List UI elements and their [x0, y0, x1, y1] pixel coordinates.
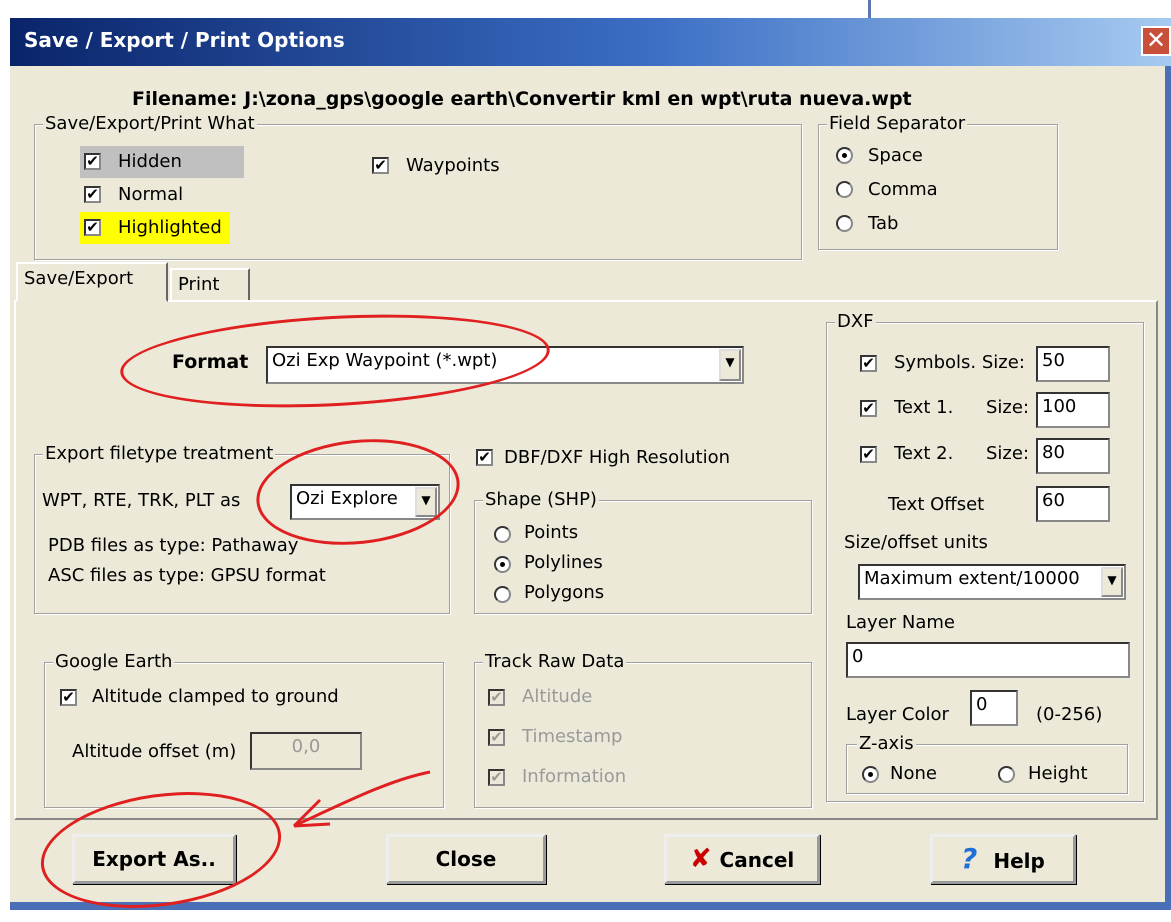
tab-print-label: Print	[178, 274, 220, 295]
cancel-label: Cancel	[719, 848, 795, 872]
zaxis-none-label: None	[890, 763, 937, 784]
layer-color-range: (0-256)	[1036, 704, 1103, 725]
tab-label: Tab	[868, 213, 899, 234]
normal-label: Normal	[118, 184, 184, 205]
annotation-arrow	[292, 770, 431, 828]
units-dropdown[interactable]: Maximum extent/10000 ▼	[858, 564, 1126, 600]
text2-label: Text 2.	[894, 443, 954, 464]
layer-name-field[interactable]: 0	[846, 642, 1130, 678]
window-frame-bottom	[10, 902, 1171, 910]
text1-label: Text 1.	[894, 397, 954, 418]
shape-legend: Shape (SHP)	[483, 489, 599, 510]
chevron-down-icon[interactable]: ▼	[719, 349, 741, 381]
field-separator-legend: Field Separator	[827, 113, 968, 134]
text2-size-value: 80	[1042, 442, 1065, 463]
wpt-as-label: WPT, RTE, TRK, PLT as	[42, 490, 241, 511]
space-label: Space	[868, 145, 923, 166]
help-label: Help	[993, 849, 1045, 873]
close-icon[interactable]: ✕	[1141, 26, 1171, 56]
help-button[interactable]: ? Help	[930, 834, 1076, 884]
track-raw-legend: Track Raw Data	[483, 651, 627, 672]
dialog-title: Save / Export / Print Options	[24, 28, 345, 52]
cancel-button[interactable]: ✘ Cancel	[664, 834, 820, 884]
text1-size-value: 100	[1042, 396, 1077, 417]
polygons-radio[interactable]	[494, 586, 511, 603]
hidden-checkbox[interactable]: ✔	[84, 153, 101, 170]
symbols-checkbox[interactable]: ✔	[860, 355, 877, 372]
hidden-label: Hidden	[118, 151, 182, 172]
polylines-label: Polylines	[524, 552, 603, 573]
raw-information-label: Information	[522, 766, 627, 787]
symbols-size-label: Symbols. Size:	[894, 352, 1025, 373]
chevron-down-icon[interactable]: ▼	[1101, 567, 1123, 597]
altitude-clamped-label: Altitude clamped to ground	[92, 686, 339, 707]
pdb-type-text: PDB files as type: Pathaway	[48, 535, 299, 556]
zaxis-height-radio[interactable]	[998, 766, 1015, 783]
raw-altitude-label: Altitude	[522, 686, 593, 707]
text2-size-label: Size:	[986, 443, 1030, 464]
save-what-legend: Save/Export/Print What	[43, 113, 257, 134]
units-value: Maximum extent/10000	[864, 568, 1080, 589]
tab-print[interactable]: Print	[170, 268, 250, 300]
text1-size-label: Size:	[986, 397, 1030, 418]
dbf-high-res-checkbox[interactable]: ✔	[476, 449, 493, 466]
text1-size-field[interactable]: 100	[1036, 392, 1110, 428]
question-mark-icon: ?	[961, 842, 978, 875]
polylines-radio[interactable]	[494, 556, 511, 573]
points-label: Points	[524, 522, 579, 543]
normal-checkbox[interactable]: ✔	[84, 186, 101, 203]
raw-information-checkbox[interactable]: ✔	[488, 769, 505, 786]
tab-radio[interactable]	[836, 215, 853, 232]
text2-size-field[interactable]: 80	[1036, 438, 1110, 474]
text-offset-field[interactable]: 60	[1036, 486, 1110, 522]
symbols-size-value: 50	[1042, 350, 1065, 371]
google-earth-legend: Google Earth	[53, 651, 175, 672]
altitude-clamped-checkbox[interactable]: ✔	[60, 689, 77, 706]
layer-color-field[interactable]: 0	[970, 690, 1018, 726]
background-window-edge	[868, 0, 871, 18]
title-bar[interactable]: Save / Export / Print Options ✕	[10, 18, 1171, 66]
layer-color-label: Layer Color	[846, 704, 949, 725]
tab-save-export[interactable]: Save/Export	[16, 262, 168, 302]
highlighted-label: Highlighted	[118, 217, 222, 238]
close-label: Close	[435, 847, 497, 871]
raw-timestamp-label: Timestamp	[522, 726, 623, 747]
raw-altitude-checkbox[interactable]: ✔	[488, 689, 505, 706]
tab-save-export-label: Save/Export	[24, 268, 134, 289]
waypoints-checkbox[interactable]: ✔	[372, 157, 389, 174]
desktop-background	[0, 18, 10, 910]
waypoints-label: Waypoints	[406, 155, 500, 176]
close-button[interactable]: Close	[386, 834, 546, 884]
window-frame-right	[1165, 66, 1171, 910]
zaxis-height-label: Height	[1028, 763, 1088, 784]
text-offset-value: 60	[1042, 490, 1065, 511]
comma-radio[interactable]	[836, 181, 853, 198]
filename-label: Filename: J:\zona_gps\google earth\Conve…	[132, 88, 912, 110]
text-offset-label: Text Offset	[888, 494, 985, 515]
dxf-legend: DXF	[835, 311, 876, 332]
altitude-offset-label: Altitude offset (m)	[72, 741, 237, 762]
zaxis-legend: Z-axis	[857, 733, 916, 754]
raw-timestamp-checkbox[interactable]: ✔	[488, 729, 505, 746]
layer-name-label: Layer Name	[846, 612, 956, 633]
asc-type-text: ASC files as type: GPSU format	[48, 565, 326, 586]
zaxis-none-radio[interactable]	[862, 766, 879, 783]
text1-checkbox[interactable]: ✔	[860, 400, 877, 417]
layer-name-value: 0	[852, 646, 864, 667]
space-radio[interactable]	[836, 147, 853, 164]
field-separator-group: Field Separator	[818, 113, 1058, 250]
altitude-offset-value: 0,0	[291, 736, 321, 757]
layer-color-value: 0	[976, 694, 988, 715]
points-radio[interactable]	[494, 526, 511, 543]
symbols-size-field[interactable]: 50	[1036, 346, 1110, 382]
dialog-window: Save / Export / Print Options ✕ Filename…	[0, 0, 1171, 922]
polygons-label: Polygons	[524, 582, 605, 603]
highlighted-checkbox[interactable]: ✔	[84, 219, 101, 236]
comma-label: Comma	[868, 179, 938, 200]
text2-checkbox[interactable]: ✔	[860, 446, 877, 463]
export-treatment-legend: Export filetype treatment	[43, 443, 276, 464]
x-mark-icon: ✘	[689, 844, 712, 874]
dbf-high-res-label: DBF/DXF High Resolution	[504, 447, 731, 468]
units-label: Size/offset units	[844, 532, 988, 553]
